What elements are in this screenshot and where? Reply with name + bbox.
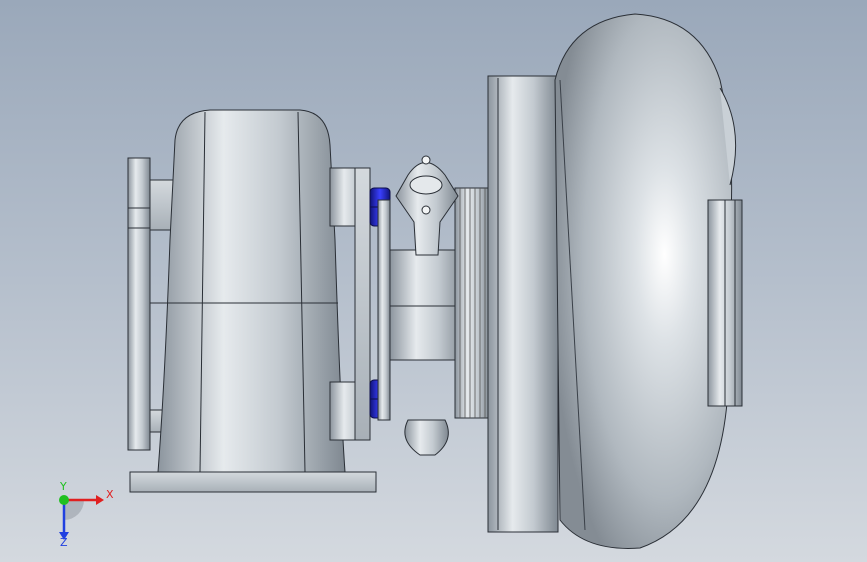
y-axis-label: Y (59, 480, 67, 493)
oil-drain (404, 419, 449, 456)
turbocharger-model[interactable] (0, 0, 867, 562)
3d-viewport[interactable]: X Y Z (0, 0, 867, 562)
coordinate-triad: X Y Z (59, 480, 114, 546)
oil-inlet-flange (395, 155, 459, 256)
y-axis-icon (59, 495, 69, 505)
compressor-backplate (487, 75, 559, 533)
z-axis-label: Z (60, 536, 68, 546)
x-axis-label: X (106, 488, 114, 501)
compressor-outlet (707, 199, 743, 407)
